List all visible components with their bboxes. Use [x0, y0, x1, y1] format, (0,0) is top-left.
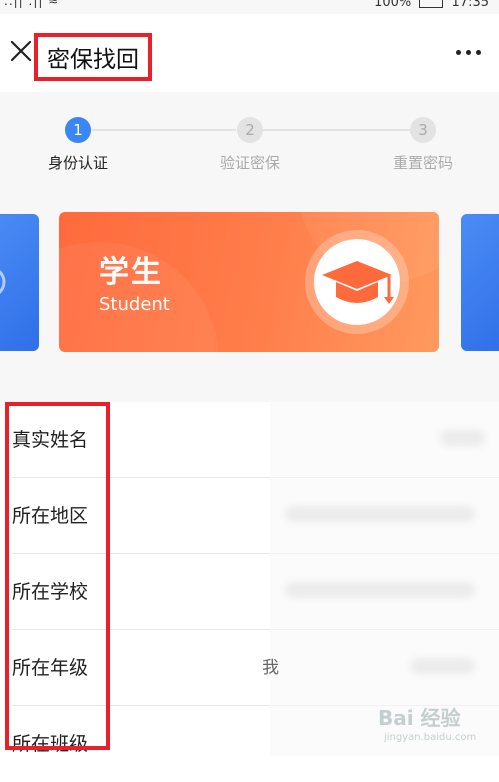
- role-badge: [305, 230, 409, 334]
- nav-bar: 密保找回: [0, 14, 499, 92]
- clock-text: 17:35: [451, 0, 489, 10]
- page-title: 密保找回: [34, 33, 152, 81]
- content-area: 1 身份认证 2 验证密保 3 重置密码 学生 Student 真实姓名 所在地…: [0, 92, 499, 756]
- more-button[interactable]: [456, 50, 481, 55]
- step-connector: [92, 129, 236, 131]
- step-3-label: 重置密码: [392, 154, 453, 172]
- next-role-card[interactable]: [461, 214, 499, 351]
- partial-text: 我: [262, 658, 279, 678]
- student-role-card[interactable]: 学生 Student: [59, 212, 439, 352]
- watermark-sub: jingyan.baidu.com: [384, 732, 477, 743]
- step-2-label: 验证密保: [219, 154, 280, 172]
- battery-text: 100%: [374, 0, 412, 10]
- labels-highlight-box: [5, 402, 110, 750]
- role-subtitle: Student: [99, 294, 170, 315]
- battery-icon: [419, 0, 444, 8]
- graduation-cap-icon: [322, 261, 394, 304]
- status-right: 100% 17:35: [374, 0, 489, 10]
- step-indicator: 1 身份认证 2 验证密保 3 重置密码: [0, 92, 499, 202]
- more-icon: [456, 50, 461, 55]
- step-1-circle: 1: [65, 117, 91, 143]
- role-title: 学生: [99, 255, 163, 290]
- step-connector: [263, 129, 410, 131]
- step-3-circle: 3: [410, 117, 436, 143]
- step-2-circle: 2: [237, 117, 263, 143]
- close-icon: [10, 40, 32, 62]
- watermark-text: Bai 经验: [378, 706, 461, 730]
- status-bar: ..|| .|| ≈ 100% 17:35: [0, 0, 499, 14]
- step-1-label: 身份认证: [47, 154, 108, 172]
- signal-indicator: ..|| .|| ≈: [4, 0, 60, 8]
- role-carousel[interactable]: 学生 Student: [0, 212, 499, 354]
- watermark-logo: Bai 经验 jingyan.baidu.com: [378, 692, 498, 752]
- prev-role-card[interactable]: [0, 214, 39, 351]
- close-button[interactable]: [6, 36, 36, 66]
